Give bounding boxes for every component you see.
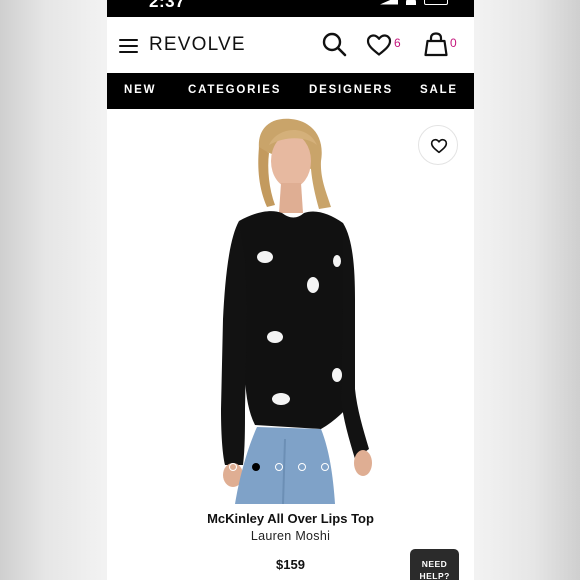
need-help-button[interactable]: NEED HELP? [410, 549, 459, 580]
need-help-label: NEED HELP? [419, 559, 450, 580]
wishlist-heart-icon[interactable] [366, 33, 392, 57]
carousel-dot[interactable] [344, 463, 352, 471]
product-name: McKinley All Over Lips Top [207, 511, 374, 526]
carousel-dot[interactable] [252, 463, 260, 471]
header: REVOLVE 6 0 [107, 17, 474, 73]
battery-icon [424, 0, 448, 5]
product-image[interactable] [107, 109, 474, 504]
carousel-dots [229, 463, 352, 471]
nav-new[interactable]: NEW [124, 84, 156, 96]
product-brand[interactable]: Lauren Moshi [107, 529, 474, 543]
revolve-logo[interactable]: REVOLVE [149, 34, 246, 56]
status-bar: 2:37 [107, 0, 474, 17]
app-screen: 2:37 REVOLVE 6 0 NEW CATEGORIES DESIGNER… [107, 0, 474, 580]
wifi-icon [406, 0, 416, 5]
model-photo [221, 118, 372, 504]
carousel-dot[interactable] [298, 463, 306, 471]
hamburger-menu-icon[interactable] [119, 39, 138, 53]
wishlist-count: 6 [394, 36, 401, 50]
heart-outline-icon [430, 138, 448, 154]
search-icon[interactable] [321, 31, 347, 57]
status-time: 2:37 [149, 0, 186, 11]
add-to-wishlist-button[interactable] [418, 125, 458, 165]
category-nav: NEW CATEGORIES DESIGNERS SALE [107, 73, 474, 109]
shopping-bag-icon[interactable] [423, 31, 449, 57]
nav-categories[interactable]: CATEGORIES [188, 84, 281, 96]
status-icons [380, 0, 448, 5]
carousel-dot[interactable] [321, 463, 329, 471]
carousel-dot[interactable] [275, 463, 283, 471]
nav-sale[interactable]: SALE [420, 84, 458, 96]
signal-icon [380, 0, 398, 5]
nav-designers[interactable]: DESIGNERS [309, 84, 393, 96]
bag-count: 0 [450, 36, 457, 50]
carousel-dot[interactable] [229, 463, 237, 471]
